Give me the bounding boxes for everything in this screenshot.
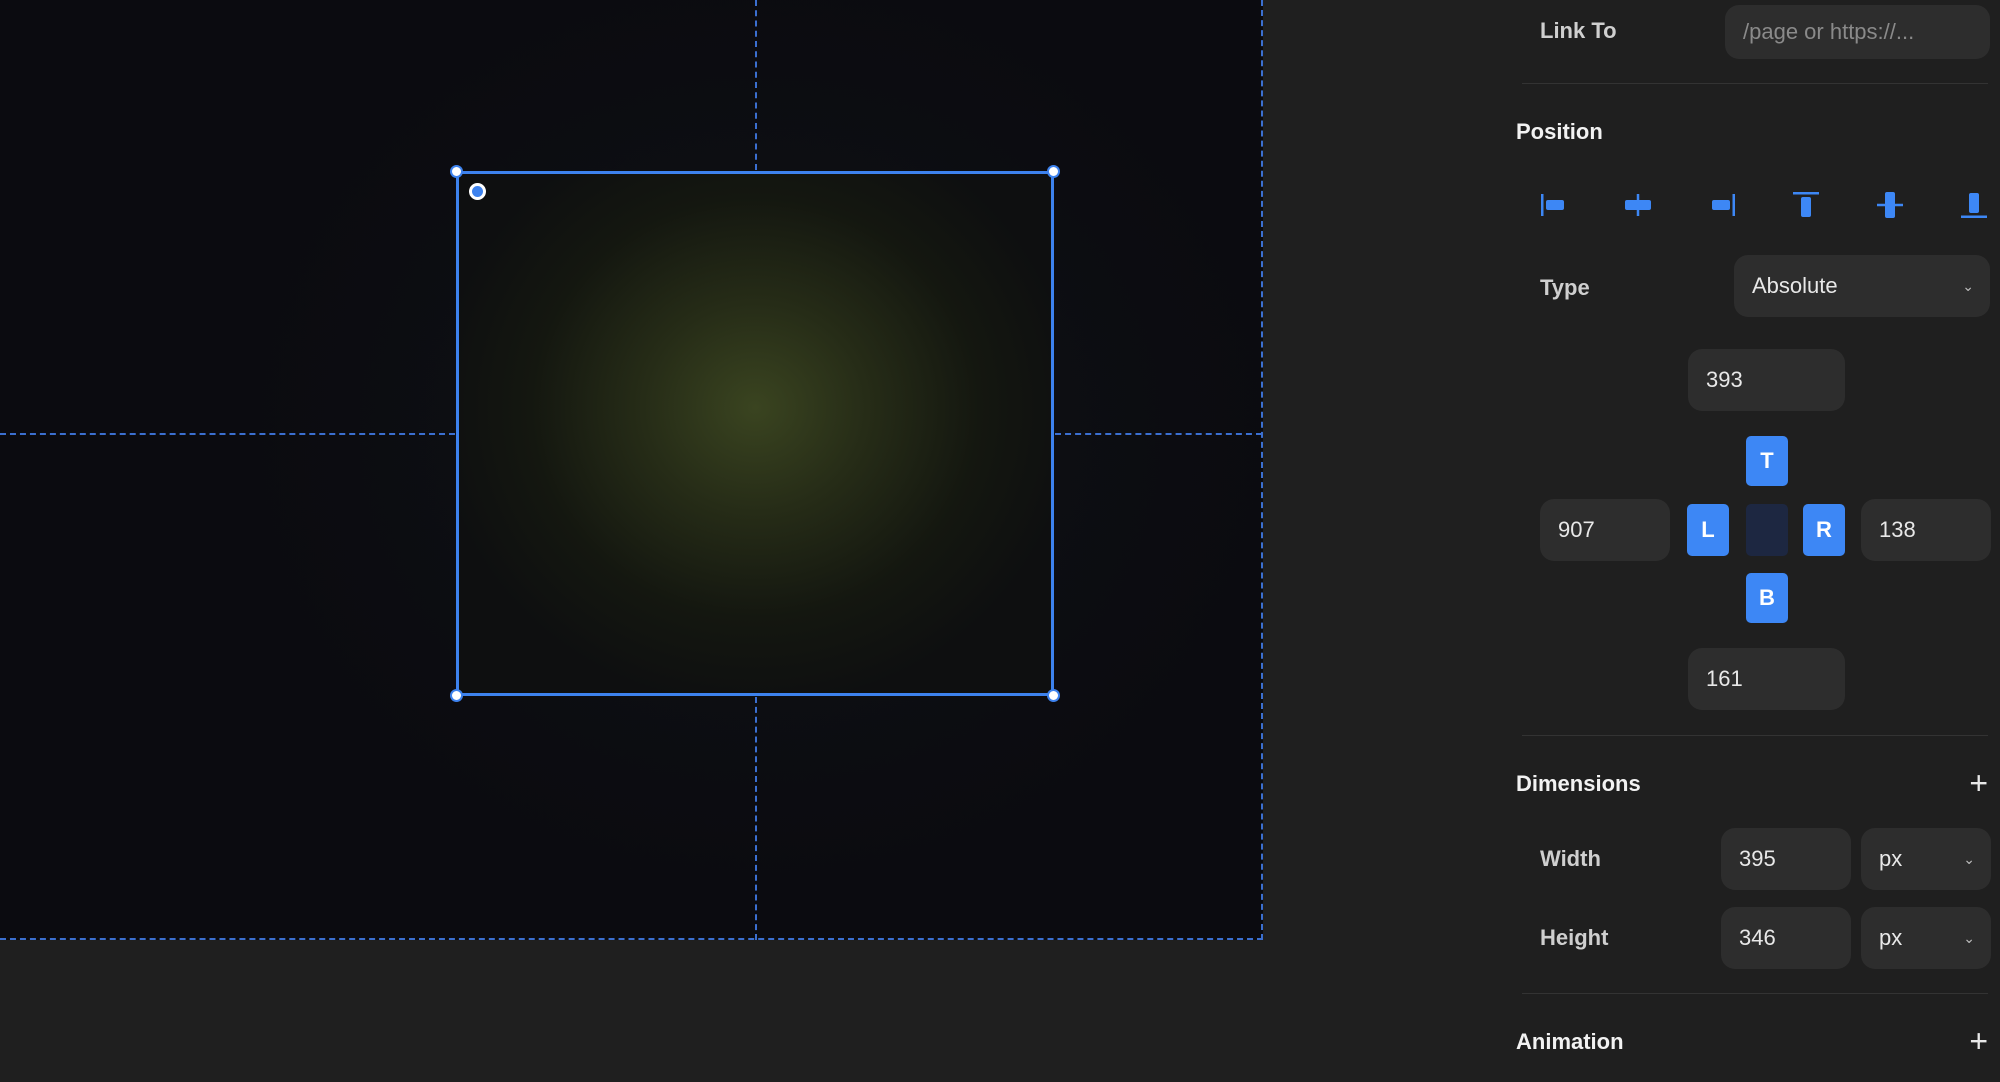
pin-top-button[interactable]: T	[1746, 436, 1788, 486]
pin-right-button[interactable]: R	[1803, 504, 1845, 556]
width-input[interactable]: 395	[1721, 828, 1851, 890]
width-unit-select[interactable]: px ⌄	[1861, 828, 1991, 890]
height-unit-select[interactable]: px ⌄	[1861, 907, 1991, 969]
width-unit-value: px	[1879, 846, 1903, 871]
bottom-offset-input[interactable]: 161	[1688, 648, 1845, 710]
link-to-input[interactable]: /page or https://...	[1725, 5, 1990, 59]
link-to-label: Link To	[1540, 18, 1617, 43]
align-left-icon[interactable]	[1537, 188, 1571, 222]
guide-bottom	[755, 697, 757, 940]
type-label: Type	[1540, 275, 1590, 300]
top-offset-input[interactable]: 393	[1688, 349, 1845, 411]
pin-bottom-button[interactable]: B	[1746, 573, 1788, 623]
width-label: Width	[1540, 846, 1601, 871]
pin-left-button[interactable]: L	[1687, 504, 1729, 556]
corner-radius-handle[interactable]	[469, 183, 486, 200]
position-type-value: Absolute	[1752, 273, 1838, 298]
align-center-h-icon[interactable]	[1621, 188, 1655, 222]
align-bottom-icon[interactable]	[1957, 188, 1991, 222]
height-unit-value: px	[1879, 925, 1903, 950]
add-dimension-icon[interactable]: +	[1969, 767, 1988, 799]
chevron-down-icon: ⌄	[1963, 850, 1975, 867]
divider	[1522, 735, 1988, 736]
dimensions-section-title: Dimensions	[1516, 771, 1641, 796]
guide-right	[1055, 433, 1262, 435]
pin-center	[1746, 504, 1788, 556]
right-offset-input[interactable]: 138	[1861, 499, 1991, 561]
align-center-v-icon[interactable]	[1873, 188, 1907, 222]
chevron-down-icon: ⌄	[1962, 277, 1974, 294]
design-canvas[interactable]	[0, 0, 1498, 1082]
chevron-down-icon: ⌄	[1963, 929, 1975, 946]
align-right-icon[interactable]	[1705, 188, 1739, 222]
add-animation-icon[interactable]: +	[1969, 1025, 1988, 1057]
position-type-select[interactable]: Absolute ⌄	[1734, 255, 1990, 317]
left-offset-input[interactable]: 907	[1540, 499, 1670, 561]
selected-element[interactable]	[456, 171, 1054, 696]
height-label: Height	[1540, 925, 1609, 950]
resize-handle-bottom-left[interactable]	[450, 689, 463, 702]
align-top-icon[interactable]	[1789, 188, 1823, 222]
height-input[interactable]: 346	[1721, 907, 1851, 969]
divider	[1522, 993, 1988, 994]
guide-top	[755, 0, 757, 170]
position-section-title: Position	[1516, 119, 1603, 144]
animation-section-title: Animation	[1516, 1029, 1624, 1054]
guide-left	[0, 433, 455, 435]
resize-handle-top-left[interactable]	[450, 165, 463, 178]
divider	[1522, 83, 1988, 84]
resize-handle-top-right[interactable]	[1047, 165, 1060, 178]
resize-handle-bottom-right[interactable]	[1047, 689, 1060, 702]
